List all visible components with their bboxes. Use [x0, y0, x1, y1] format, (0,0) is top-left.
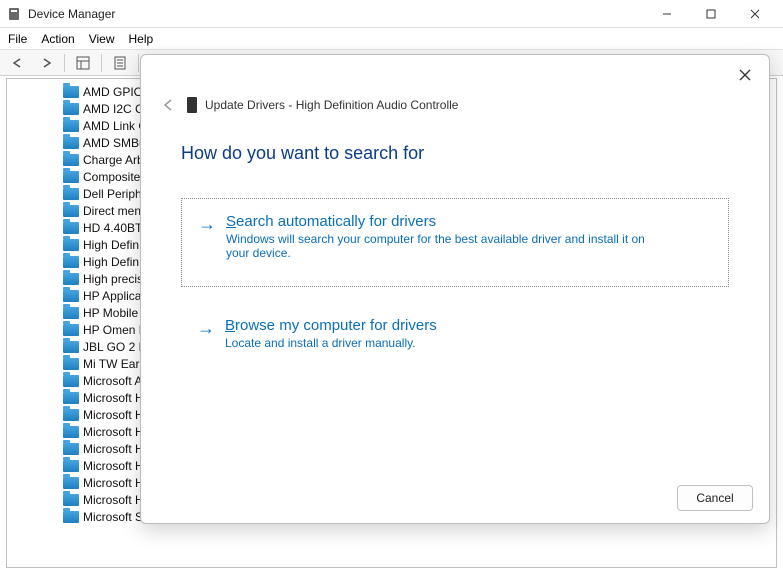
option-search-automatically[interactable]: → Search automatically for drivers Windo…: [181, 198, 729, 287]
device-category-icon: [63, 392, 79, 404]
cancel-label: Cancel: [696, 491, 733, 505]
properties-icon[interactable]: [108, 52, 132, 74]
menu-help[interactable]: Help: [129, 32, 154, 46]
tree-item-label: Mi TW Earp: [83, 357, 146, 371]
tree-item-label: AMD Link C: [83, 119, 147, 133]
tree-item-label: AMD I2C C: [83, 102, 144, 116]
tree-item-label: Charge Arb: [83, 153, 144, 167]
tree-item-label: Microsoft H: [83, 408, 144, 422]
device-category-icon: [63, 511, 79, 523]
menubar: File Action View Help: [0, 28, 783, 50]
device-category-icon: [63, 256, 79, 268]
tree-item-label: HP Mobile: [83, 306, 138, 320]
device-category-icon: [63, 494, 79, 506]
window-controls: [645, 0, 777, 28]
dialog-header: Update Drivers - High Definition Audio C…: [141, 55, 769, 115]
update-drivers-dialog: Update Drivers - High Definition Audio C…: [140, 54, 770, 524]
window-title: Device Manager: [28, 7, 645, 21]
device-category-icon: [63, 375, 79, 387]
device-category-icon: [63, 120, 79, 132]
dialog-back-icon[interactable]: [159, 95, 179, 115]
app-icon: [6, 6, 22, 22]
minimize-button[interactable]: [645, 0, 689, 28]
device-category-icon: [63, 205, 79, 217]
menu-file[interactable]: File: [8, 32, 27, 46]
tree-item-label: Microsoft A: [83, 374, 142, 388]
option1-desc: Windows will search your computer for th…: [226, 232, 646, 260]
tree-item-label: AMD GPIO: [83, 85, 143, 99]
device-category-icon: [63, 171, 79, 183]
device-category-icon: [63, 188, 79, 200]
device-category-icon: [63, 477, 79, 489]
menu-view[interactable]: View: [89, 32, 115, 46]
tree-item-label: Composite: [83, 170, 140, 184]
tree-item-label: AMD SMBu: [83, 136, 146, 150]
toolbar-separator: [64, 54, 65, 72]
menu-action[interactable]: Action: [41, 32, 74, 46]
device-category-icon: [63, 443, 79, 455]
tree-item-label: JBL GO 2 H: [83, 340, 147, 354]
forward-icon[interactable]: [34, 52, 58, 74]
option-browse-computer[interactable]: → Browse my computer for drivers Locate …: [181, 303, 729, 360]
device-icon: [187, 97, 197, 113]
device-category-icon: [63, 341, 79, 353]
close-button[interactable]: [733, 0, 777, 28]
device-category-icon: [63, 103, 79, 115]
dialog-question: How do you want to search for: [141, 115, 769, 164]
option1-title: Search automatically for drivers: [226, 213, 646, 230]
device-category-icon: [63, 273, 79, 285]
tree-item-label: Microsoft H: [83, 442, 144, 456]
device-category-icon: [63, 409, 79, 421]
option2-desc: Locate and install a driver manually.: [225, 336, 437, 350]
device-category-icon: [63, 86, 79, 98]
tree-item-label: Microsoft H: [83, 425, 144, 439]
tree-item-label: Microsoft H: [83, 391, 144, 405]
device-category-icon: [63, 137, 79, 149]
device-category-icon: [63, 358, 79, 370]
dialog-close-icon[interactable]: [735, 65, 755, 85]
device-category-icon: [63, 154, 79, 166]
device-category-icon: [63, 460, 79, 472]
device-category-icon: [63, 324, 79, 336]
tree-item-label: Dell Periph: [83, 187, 142, 201]
device-category-icon: [63, 290, 79, 302]
device-category-icon: [63, 307, 79, 319]
tree-item-label: Microsoft H: [83, 459, 144, 473]
tree-item-label: Microsoft H: [83, 476, 144, 490]
tree-item-label: High Defin: [83, 238, 139, 252]
maximize-button[interactable]: [689, 0, 733, 28]
device-category-icon: [63, 239, 79, 251]
arrow-right-icon: →: [198, 215, 216, 233]
toolbar-separator: [138, 54, 139, 72]
arrow-right-icon: →: [197, 319, 215, 337]
tree-item-label: High Defin: [83, 255, 139, 269]
titlebar: Device Manager: [0, 0, 783, 28]
dialog-title: Update Drivers - High Definition Audio C…: [205, 98, 458, 112]
tree-item-label: HD 4.40BT: [83, 221, 142, 235]
device-category-icon: [63, 222, 79, 234]
show-hide-icon[interactable]: [71, 52, 95, 74]
tree-item-label: HP Omen H: [83, 323, 147, 337]
tree-item-label: Direct men: [83, 204, 141, 218]
option2-title: Browse my computer for drivers: [225, 317, 437, 334]
toolbar-separator: [101, 54, 102, 72]
cancel-button[interactable]: Cancel: [677, 485, 753, 511]
back-icon[interactable]: [6, 52, 30, 74]
tree-item-label: High precis: [83, 272, 143, 286]
tree-item-label: HP Applica: [83, 289, 141, 303]
device-category-icon: [63, 426, 79, 438]
